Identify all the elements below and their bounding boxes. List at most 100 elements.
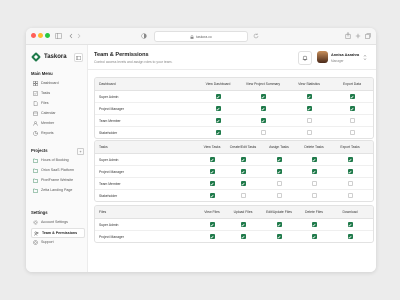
sidebar-item-tasks[interactable]: Tasks (31, 89, 83, 97)
permission-checkbox[interactable] (311, 234, 317, 239)
permission-checkbox[interactable] (276, 193, 282, 198)
check-icon (216, 131, 220, 134)
permission-checkbox[interactable] (276, 157, 282, 162)
table-row: Stakeholder (95, 127, 373, 138)
permission-checkbox[interactable] (209, 234, 215, 239)
close-window-button[interactable] (31, 33, 36, 38)
permission-checkbox[interactable] (347, 193, 353, 198)
sidebar-item-project[interactable]: Zetta Landing Page (31, 186, 83, 194)
permission-checkbox[interactable] (215, 106, 221, 111)
permission-checkbox[interactable] (347, 222, 353, 227)
new-tab-icon[interactable] (353, 31, 362, 40)
permission-checkbox[interactable] (347, 169, 353, 174)
sidebar-item-project[interactable]: Orion SaaS Platform (31, 166, 83, 174)
permission-checkbox[interactable] (311, 169, 317, 174)
permission-checkbox[interactable] (209, 157, 215, 162)
permission-checkbox[interactable] (349, 130, 355, 135)
sidebar-item-files[interactable]: Files (31, 99, 83, 107)
permission-checkbox[interactable] (260, 94, 266, 99)
sidebar-toggle-icon[interactable] (54, 31, 63, 40)
permission-checkbox[interactable] (347, 234, 353, 239)
sidebar-item-account-settings[interactable]: Account Settings (31, 218, 83, 226)
permission-checkbox[interactable] (306, 130, 312, 135)
section-label: Dashboard (99, 82, 116, 86)
sidebar-item-reports[interactable]: Reports (31, 129, 83, 137)
permission-checkbox[interactable] (311, 181, 317, 186)
permission-checkbox[interactable] (240, 181, 246, 186)
permission-checkbox[interactable] (240, 222, 246, 227)
column-header: View Dashboard (205, 82, 231, 86)
check-icon (261, 95, 265, 98)
permission-checkbox[interactable] (349, 94, 355, 99)
permission-checkbox[interactable] (240, 193, 246, 198)
permission-checkbox[interactable] (349, 118, 355, 123)
check-icon (216, 95, 220, 98)
sidebar-item-team-permissions[interactable]: Team & Permissions (31, 228, 85, 238)
permission-checkbox[interactable] (276, 169, 282, 174)
sidebar-item-support[interactable]: Support (31, 238, 83, 246)
permission-checkbox[interactable] (215, 94, 221, 99)
permission-checkbox[interactable] (306, 94, 312, 99)
address-bar[interactable]: taskora.co (154, 31, 248, 42)
permission-checkbox[interactable] (260, 118, 266, 123)
table-header: Dashboard View Dashboard View Project Su… (95, 78, 373, 91)
permission-checkbox[interactable] (240, 157, 246, 162)
sidebar-item-project[interactable]: PixelFrame Website (31, 176, 83, 184)
role-label: Team Member (99, 118, 121, 123)
role-label: Stakeholder (99, 193, 118, 198)
permission-checkbox[interactable] (209, 181, 215, 186)
column-header: Assign Tasks (269, 145, 289, 149)
permission-checkbox[interactable] (209, 193, 215, 198)
permission-checkbox[interactable] (347, 157, 353, 162)
permission-checkbox[interactable] (347, 181, 353, 186)
permission-checkbox[interactable] (311, 193, 317, 198)
sidebar-item-label: Calendar (41, 111, 56, 115)
check-icon (241, 182, 245, 185)
collapse-sidebar-button[interactable] (74, 53, 83, 62)
notifications-button[interactable] (298, 51, 312, 65)
check-icon (348, 158, 352, 161)
forward-icon[interactable] (74, 31, 83, 40)
permission-checkbox[interactable] (276, 234, 282, 239)
sidebar-item-calendar[interactable]: Calendar (31, 109, 83, 117)
section-label: Files (99, 210, 107, 214)
check-icon (277, 223, 281, 226)
permission-checkbox[interactable] (349, 106, 355, 111)
tab-overview-icon[interactable] (363, 31, 372, 40)
permission-checkbox[interactable] (215, 130, 221, 135)
brand-logo-row[interactable]: Taskora (31, 52, 67, 62)
share-icon[interactable] (343, 31, 352, 40)
permission-checkbox[interactable] (209, 222, 215, 227)
team-icon (34, 231, 39, 236)
reload-icon[interactable] (251, 31, 260, 40)
permission-checkbox[interactable] (240, 169, 246, 174)
column-header: Delete Tasks (304, 145, 324, 149)
support-icon (33, 239, 38, 245)
permission-checkbox[interactable] (240, 234, 246, 239)
permission-checkbox[interactable] (276, 181, 282, 186)
permission-checkbox[interactable] (311, 157, 317, 162)
user-profile-menu[interactable]: Annisa Azzahra Manager (315, 50, 371, 65)
chevron-updown-icon (363, 54, 367, 61)
check-icon (210, 182, 214, 185)
sidebar-item-label: Reports (41, 131, 54, 135)
maximize-window-button[interactable] (45, 33, 50, 38)
add-project-button[interactable]: + (77, 148, 84, 155)
permission-checkbox[interactable] (276, 222, 282, 227)
permission-checkbox[interactable] (209, 169, 215, 174)
main-menu-title: Main Menu (31, 71, 53, 76)
sidebar-item-member[interactable]: Member (31, 119, 83, 127)
sidebar-item-dashboard[interactable]: Dashboard (31, 79, 83, 87)
permission-checkbox[interactable] (311, 222, 317, 227)
shield-icon[interactable] (139, 31, 148, 40)
permission-checkbox[interactable] (215, 118, 221, 123)
files-icon (33, 100, 38, 106)
permission-checkbox[interactable] (306, 106, 312, 111)
sidebar-item-project[interactable]: Hours of Booking (31, 156, 83, 164)
permission-checkbox[interactable] (306, 118, 312, 123)
minimize-window-button[interactable] (38, 33, 43, 38)
permission-checkbox[interactable] (260, 130, 266, 135)
permission-checkbox[interactable] (260, 106, 266, 111)
check-icon (210, 170, 214, 173)
table-row: Project Manager (95, 166, 373, 178)
